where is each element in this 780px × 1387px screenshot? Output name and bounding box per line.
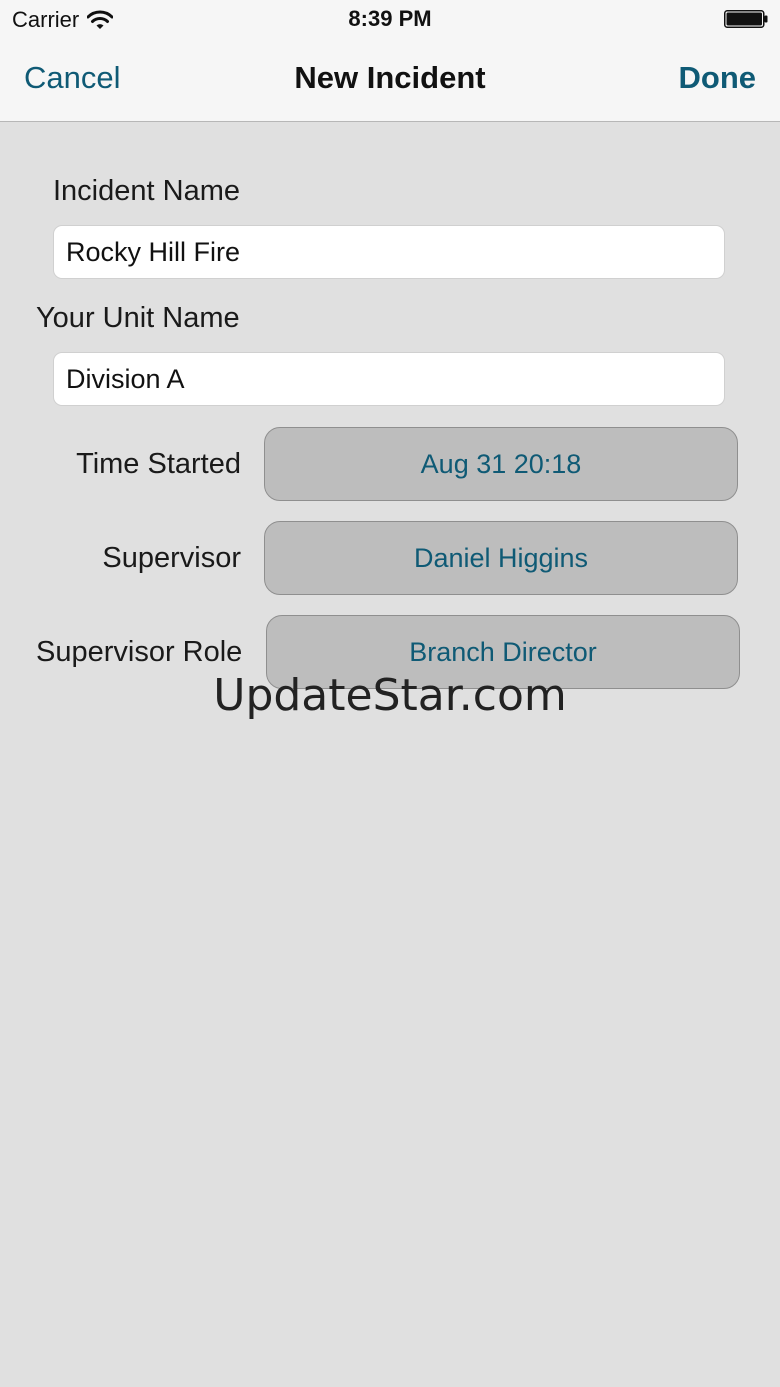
navigation-bar: Cancel New Incident Done bbox=[0, 40, 780, 121]
incident-name-label: Incident Name bbox=[53, 175, 240, 207]
status-bar: Carrier 8:39 PM bbox=[0, 0, 780, 40]
supervisor-value: Daniel Higgins bbox=[413, 542, 589, 573]
supervisor-role-value: Branch Director bbox=[409, 636, 597, 667]
time-started-label: Time Started bbox=[76, 448, 241, 480]
unit-name-label: Your Unit Name bbox=[36, 302, 240, 334]
supervisor-label: Supervisor bbox=[102, 542, 241, 574]
supervisor-button[interactable]: Daniel Higgins bbox=[264, 521, 738, 595]
supervisor-role-button[interactable]: Branch Director bbox=[266, 615, 740, 689]
top-bar: Carrier 8:39 PM Cancel New Incident Done bbox=[0, 0, 780, 122]
time-started-button[interactable]: Aug 31 20:18 bbox=[264, 427, 738, 501]
time-started-value: Aug 31 20:18 bbox=[420, 448, 582, 479]
supervisor-role-label: Supervisor Role bbox=[36, 636, 243, 668]
battery-icon bbox=[724, 10, 768, 28]
done-button[interactable]: Done bbox=[679, 60, 757, 96]
cancel-button[interactable]: Cancel bbox=[24, 60, 121, 96]
unit-name-field[interactable] bbox=[53, 352, 725, 406]
incident-name-field[interactable] bbox=[53, 225, 725, 279]
status-time: 8:39 PM bbox=[348, 6, 432, 31]
